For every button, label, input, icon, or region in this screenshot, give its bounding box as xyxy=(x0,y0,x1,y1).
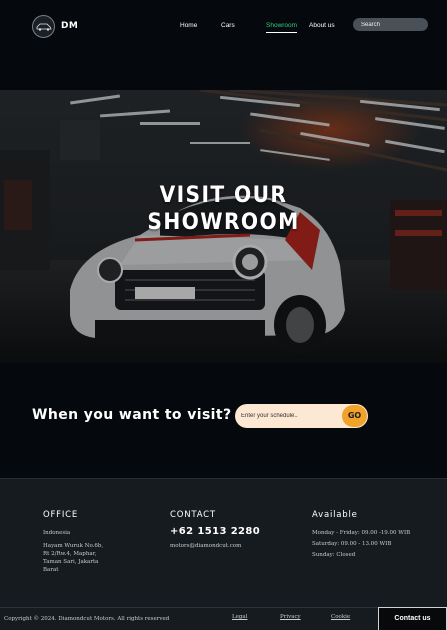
office-country: Indonesia xyxy=(43,530,71,536)
search-input[interactable] xyxy=(353,18,428,31)
legal-link[interactable]: Legal xyxy=(232,614,247,620)
hero-banner: VISIT OUR SHOWROOM xyxy=(0,90,447,363)
schedule-input[interactable] xyxy=(235,404,341,428)
cookie-link[interactable]: Cookie xyxy=(331,614,350,620)
nav-link-about-us[interactable]: About us xyxy=(309,22,335,29)
nav-link-cars[interactable]: Cars xyxy=(221,22,235,29)
office-address-line-4: Barat xyxy=(43,567,59,573)
visit-heading: When you want to visit? xyxy=(32,407,232,423)
hours-saturday: Saturday: 09.00 - 13.00 WIB xyxy=(312,541,392,547)
brand-logo-icon[interactable] xyxy=(32,15,55,38)
site-footer: OFFICE Indonesia Hayam Wuruk No.6b, Rt 2… xyxy=(0,478,447,630)
office-address-line-1: Hayam Wuruk No.6b, xyxy=(43,543,104,549)
hero-title-line-2: SHOWROOM xyxy=(147,210,300,235)
hero-title-line-1: VISIT OUR xyxy=(159,183,288,208)
brand-name[interactable]: DM xyxy=(61,21,78,31)
schedule-form: GO xyxy=(235,404,368,428)
office-heading: OFFICE xyxy=(43,510,79,520)
hours-sunday: Sunday: Closed xyxy=(312,552,356,558)
top-nav: DM Home Cars Showroom About us xyxy=(0,0,447,55)
hero-title: VISIT OUR SHOWROOM xyxy=(18,182,429,236)
office-address-line-2: Rt 2/Rw.4, Maphar, xyxy=(43,551,97,557)
contact-email[interactable]: motors@diamondcut.com xyxy=(170,542,241,550)
nav-link-home[interactable]: Home xyxy=(180,22,197,29)
available-heading: Available xyxy=(312,510,358,520)
hours-weekday: Monday - Friday: 09.00 -19.00 WIB xyxy=(312,530,411,536)
contact-us-button[interactable]: Contact us xyxy=(378,607,447,630)
contact-phone[interactable]: +62 1513 2280 xyxy=(170,526,260,537)
contact-heading: CONTACT xyxy=(170,510,216,520)
go-button[interactable]: GO xyxy=(342,405,367,427)
nav-link-showroom[interactable]: Showroom xyxy=(266,22,298,33)
copyright-text: Copyright © 2024. Diamondcut Motors. All… xyxy=(4,616,170,622)
office-address-line-3: Taman Sari, Jakarta xyxy=(43,559,99,565)
privacy-link[interactable]: Privacy xyxy=(280,614,301,620)
